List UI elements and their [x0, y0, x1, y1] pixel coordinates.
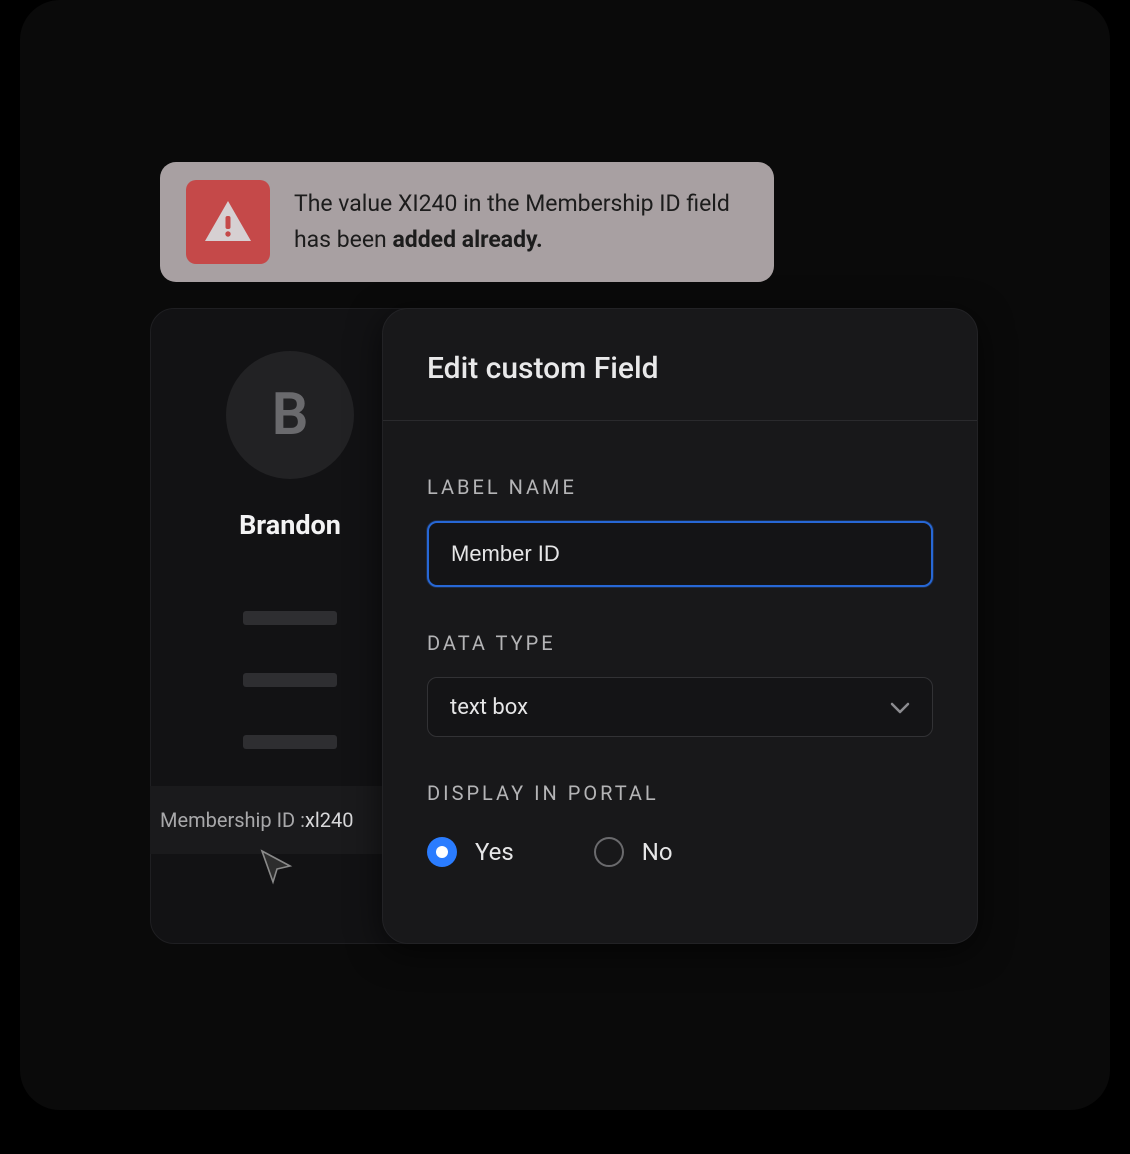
- label-name-group: LABEL NAME: [427, 475, 933, 587]
- display-in-portal-label: DISPLAY IN PORTAL: [427, 781, 933, 805]
- radio-circle-no: [594, 837, 624, 867]
- chevron-down-icon: [890, 695, 910, 720]
- placeholder-line: [243, 611, 337, 625]
- placeholder-line: [243, 673, 337, 687]
- placeholder-line: [243, 735, 337, 749]
- panel-header: Edit custom Field: [383, 309, 977, 421]
- membership-label: Membership ID :: [160, 808, 305, 832]
- profile-name: Brandon: [239, 509, 341, 541]
- cursor-icon: [258, 848, 296, 890]
- radio-option-no[interactable]: No: [594, 837, 673, 867]
- toast-message: The value XI240 in the Membership ID fie…: [294, 186, 748, 257]
- toast-text-bold: added already.: [392, 226, 542, 253]
- data-type-select[interactable]: text box: [427, 677, 933, 737]
- placeholder-lines: [243, 611, 337, 749]
- avatar-initial: B: [272, 381, 309, 449]
- panel-body: LABEL NAME DATA TYPE text box DISPLAY IN…: [383, 421, 977, 867]
- data-type-label: DATA TYPE: [427, 631, 933, 655]
- radio-row: Yes No: [427, 837, 933, 867]
- data-type-group: DATA TYPE text box: [427, 631, 933, 737]
- avatar: B: [226, 351, 354, 479]
- display-in-portal-group: DISPLAY IN PORTAL Yes No: [427, 781, 933, 867]
- membership-value: xl240: [305, 808, 354, 832]
- warning-icon: [186, 180, 270, 264]
- radio-option-yes[interactable]: Yes: [427, 837, 514, 867]
- data-type-value: text box: [450, 695, 528, 720]
- panel-title: Edit custom Field: [427, 351, 933, 386]
- edit-custom-field-panel: Edit custom Field LABEL NAME DATA TYPE t…: [382, 308, 978, 944]
- radio-label-yes: Yes: [475, 838, 514, 866]
- error-toast: The value XI240 in the Membership ID fie…: [160, 162, 774, 282]
- label-name-input[interactable]: [427, 521, 933, 587]
- radio-label-no: No: [642, 838, 673, 866]
- radio-circle-yes: [427, 837, 457, 867]
- label-name-label: LABEL NAME: [427, 475, 933, 499]
- membership-id-row: Membership ID : xl240: [150, 786, 384, 854]
